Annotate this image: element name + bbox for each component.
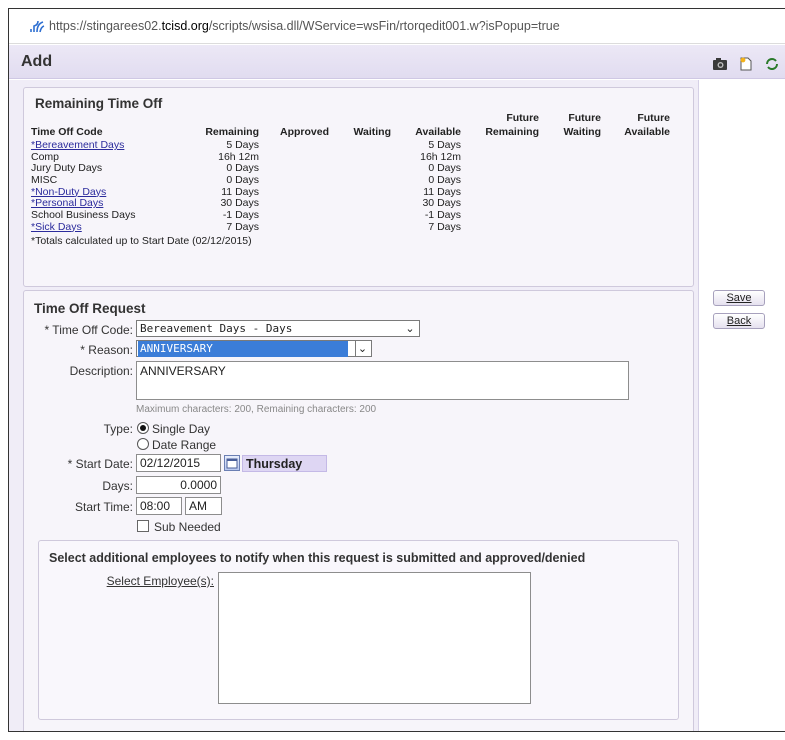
start-time-label: Start Time: xyxy=(74,500,133,514)
site-icon xyxy=(29,18,45,34)
header-future-waiting-top: Future xyxy=(568,112,601,124)
time-off-code: MISC xyxy=(31,174,58,187)
available-value: 0 Days xyxy=(428,174,461,187)
available-value: 7 Days xyxy=(428,220,461,233)
weekday-display: Thursday xyxy=(242,455,327,472)
time-off-request-title: Time Off Request xyxy=(34,301,146,316)
header-time-off-code: Time Off Code xyxy=(31,126,103,138)
start-date-label: * Start Date: xyxy=(67,457,133,471)
header-waiting: Waiting xyxy=(353,126,391,138)
back-button-label: Back xyxy=(726,315,752,327)
save-button[interactable]: Save xyxy=(713,290,765,306)
available-column: 5 Days 16h 12m 0 Days 0 Days 11 Days 30 … xyxy=(399,139,461,234)
ampm-value: AM xyxy=(189,499,207,513)
back-button[interactable]: Back xyxy=(713,313,765,329)
remaining-value: 5 Days xyxy=(226,139,259,151)
remaining-value: 7 Days xyxy=(226,220,259,233)
select-employees-link[interactable]: Select Employee(s): xyxy=(21,574,214,588)
start-date-input[interactable]: 02/12/2015 xyxy=(136,454,221,472)
date-range-label: Date Range xyxy=(152,438,217,452)
single-day-radio[interactable] xyxy=(137,422,149,434)
single-day-label: Single Day xyxy=(152,422,211,436)
character-count-hint: Maximum characters: 200, Remaining chara… xyxy=(136,404,377,415)
header-future-remaining-top: Future xyxy=(506,112,539,124)
sub-needed-label: Sub Needed xyxy=(154,520,221,534)
url-prefix: https://stingarees02. xyxy=(49,19,162,33)
time-off-code-column: *Bereavement Days Comp Jury Duty Days MI… xyxy=(31,139,135,234)
url-suffix: /scripts/wsisa.dll/WService=wsFin/rtorqe… xyxy=(208,19,560,33)
start-date-value: 02/12/2015 xyxy=(140,456,201,470)
date-range-radio[interactable] xyxy=(137,438,149,450)
start-time-value: 08:00 xyxy=(140,499,171,513)
url-domain: tcisd.org xyxy=(161,19,209,33)
time-off-code-select[interactable]: Bereavement Days - Days ⌄ xyxy=(136,320,420,337)
camera-icon[interactable] xyxy=(712,57,728,71)
time-off-code-value: Bereavement Days - Days xyxy=(140,322,293,335)
days-label: Days: xyxy=(102,479,133,493)
notify-employees-title: Select additional employees to notify wh… xyxy=(49,551,586,565)
type-label: Type: xyxy=(103,422,133,436)
dialog-title: Add xyxy=(21,53,53,70)
header-future-available: Available xyxy=(624,126,670,138)
time-off-code-link[interactable]: *Bereavement Days xyxy=(31,139,135,152)
description-value: ANNIVERSARY xyxy=(140,364,226,378)
header-available: Available xyxy=(415,126,461,138)
reason-value: ANNIVERSARY xyxy=(138,341,348,357)
chevron-down-icon: ⌄ xyxy=(405,322,415,335)
header-future-waiting: Waiting xyxy=(563,126,601,138)
calendar-icon[interactable] xyxy=(224,455,240,471)
start-time-input[interactable]: 08:00 xyxy=(136,497,182,515)
header-approved: Approved xyxy=(279,126,329,138)
remaining-column: 5 Days 16h 12m 0 Days 0 Days 11 Days 30 … xyxy=(197,139,259,234)
header-future-remaining: Remaining xyxy=(485,126,539,138)
days-input[interactable]: 0.0000 xyxy=(136,476,221,494)
time-off-code-label: * Time Off Code: xyxy=(44,323,133,337)
days-value: 0.0000 xyxy=(180,478,217,492)
time-off-code-link[interactable]: *Sick Days xyxy=(31,221,135,234)
address-bar[interactable]: https://stingarees02. tcisd.org/scripts/w… xyxy=(9,9,785,44)
remaining-value: 0 Days xyxy=(226,174,259,187)
browser-window: https://stingarees02. tcisd.org/scripts/w… xyxy=(8,8,785,732)
save-button-label: Save xyxy=(726,292,752,304)
description-textarea[interactable]: ANNIVERSARY xyxy=(136,361,629,400)
sub-needed-checkbox[interactable] xyxy=(137,520,149,532)
header-remaining: Remaining xyxy=(205,126,259,138)
totals-footnote: *Totals calculated up to Start Date (02/… xyxy=(31,235,252,247)
description-label: Description: xyxy=(69,364,133,378)
weekday-value: Thursday xyxy=(246,457,303,471)
action-column xyxy=(698,80,785,731)
reason-label: * Reason: xyxy=(80,343,133,357)
available-value: 5 Days xyxy=(428,139,461,151)
header-future-available-top: Future xyxy=(637,112,670,124)
ampm-input[interactable]: AM xyxy=(185,497,222,515)
dialog-titlebar: Add xyxy=(9,45,785,79)
new-document-icon[interactable] xyxy=(738,57,754,71)
chevron-down-icon: ⌄ xyxy=(355,341,369,356)
remaining-time-off-title: Remaining Time Off xyxy=(35,96,163,111)
refresh-icon[interactable] xyxy=(764,57,780,71)
reason-select[interactable]: ANNIVERSARY ⌄ xyxy=(136,340,372,357)
employee-list-box[interactable] xyxy=(218,572,531,704)
